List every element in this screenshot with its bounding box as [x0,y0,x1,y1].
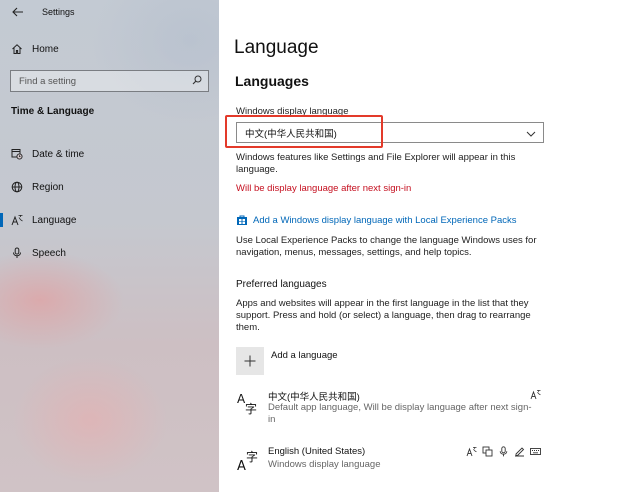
sidebar-item-label: Speech [32,247,66,259]
store-bag-icon [236,214,248,226]
sidebar-item-speech[interactable]: Speech [0,241,219,265]
sidebar-item-label: Language [32,214,77,226]
sidebar-item-region[interactable]: Region [0,175,219,199]
section-title: Time & Language [11,106,95,117]
sidebar-item-label: Region [32,181,64,193]
sidebar-item-label: Home [32,43,59,55]
microphone-icon [498,446,509,457]
sidebar: Settings Home Find a setting Time & Lang… [0,0,219,492]
glyph-letter: A [237,459,246,474]
lxp-link[interactable]: Add a Windows display language with Loca… [236,214,517,226]
language-feature-icons [530,389,541,400]
title-bar: Settings [10,4,75,20]
lxp-link-text[interactable]: Add a Windows display language with Loca… [253,215,517,226]
preferred-languages-heading: Preferred languages [236,279,327,290]
language-description: Default app language, Will be display la… [268,402,532,425]
microphone-icon [10,246,24,260]
app-title: Settings [42,7,75,17]
sidebar-item-label: Date & time [32,148,85,160]
search-icon[interactable] [192,72,202,90]
search-placeholder: Find a setting [19,75,77,87]
preferred-description: Apps and websites will appear in the fir… [236,298,546,334]
list-item-language[interactable]: A 字 中文(中华人民共和国) Default app language, Wi… [236,389,541,425]
text-to-speech-icon [482,446,493,457]
back-arrow-icon[interactable] [10,4,26,20]
handwriting-icon [514,446,525,457]
plus-icon [236,347,264,375]
search-input[interactable]: Find a setting [10,70,209,92]
preferred-description-line: them. [236,322,260,333]
home-icon [10,42,24,56]
language-icon [10,213,24,227]
main-content: Language Languages Windows display langu… [219,0,640,492]
lxp-description: Use Local Experience Packs to change the… [236,235,546,259]
display-language-feature-icon [466,446,477,457]
language-glyph-icon: A 字 [237,449,258,474]
glyph-char: 字 [246,449,258,464]
features-note: Windows features like Settings and File … [236,152,546,176]
page-title: Language [234,37,319,58]
keyboard-icon [530,446,541,457]
highlight-annotation [225,115,383,148]
add-language-button[interactable]: Add a language [236,347,338,375]
language-description: Windows display language [268,459,381,470]
language-name: 中文(中华人民共和国) [268,392,360,403]
sidebar-item-date-time[interactable]: Date & time [0,142,219,166]
language-glyph-icon: A 字 [237,392,257,416]
list-item-language[interactable]: A 字 English (United States) Windows disp… [236,446,541,480]
chevron-down-icon [526,124,536,142]
language-name: English (United States) [268,446,366,457]
globe-icon [10,180,24,194]
glyph-char: 字 [245,401,257,416]
language-feature-icons [466,446,541,457]
display-language-feature-icon [530,389,541,400]
features-note-line: language. [236,164,278,175]
restart-note: Will be display language after next sign… [236,183,412,194]
languages-heading: Languages [235,73,309,89]
lxp-description-line: navigation, menus, messages, settings, a… [236,247,472,258]
add-language-label: Add a language [271,350,338,361]
features-note-line: Windows features like Settings and File … [236,152,516,163]
calendar-clock-icon [10,147,24,161]
sidebar-item-language[interactable]: Language [0,208,219,232]
preferred-description-line: support. Press and hold (or select) a la… [236,310,531,321]
lxp-description-line: Use Local Experience Packs to change the… [236,235,537,246]
sidebar-item-home[interactable]: Home [0,37,219,61]
preferred-description-line: Apps and websites will appear in the fir… [236,298,529,309]
